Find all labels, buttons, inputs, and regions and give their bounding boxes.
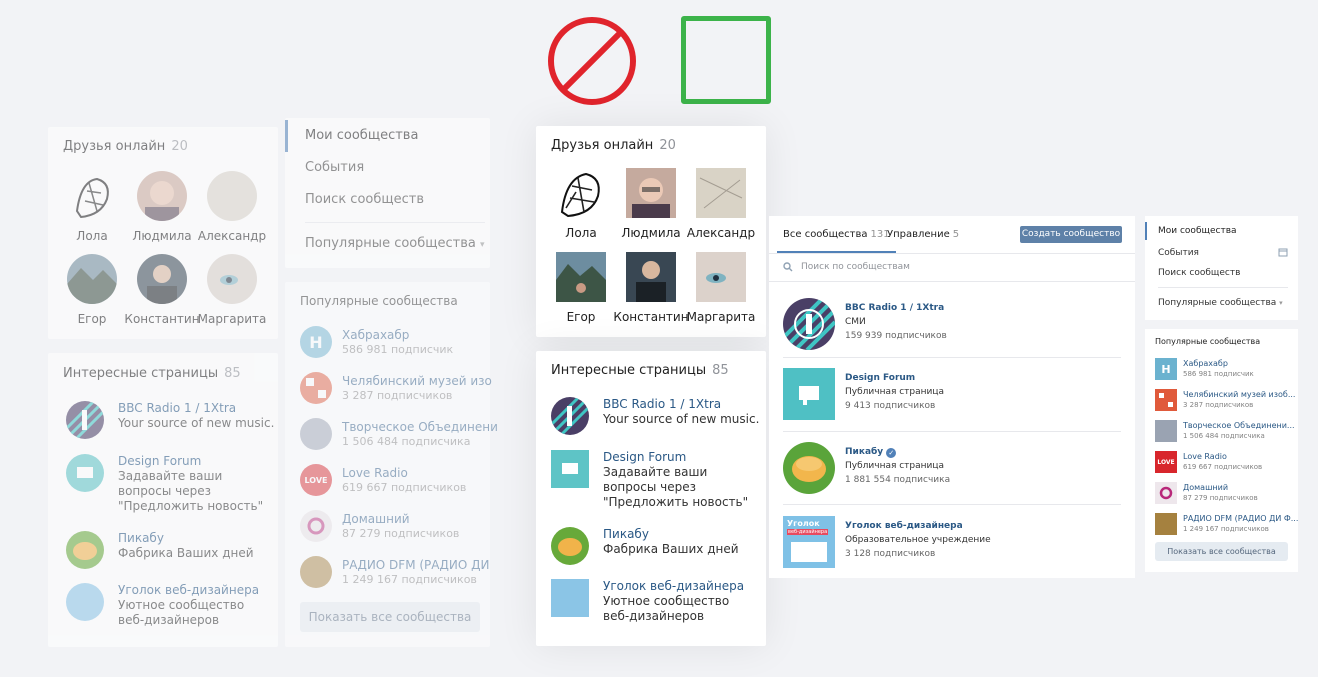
divider — [305, 222, 485, 223]
avatar[interactable] — [207, 254, 257, 304]
friend-name[interactable]: Константин — [122, 312, 202, 326]
list-item[interactable]: Творческое Объединени 1 506 484 подписчик… — [300, 418, 498, 450]
friend-name[interactable]: Людмила — [611, 226, 691, 240]
menu-search[interactable]: Поиск сообществ — [1158, 268, 1240, 278]
divider — [783, 431, 1121, 432]
active-indicator — [1145, 222, 1147, 240]
interesting-item[interactable]: Пикабу Фабрика Ваших дней — [551, 527, 761, 565]
tabs: Все сообщества 131 Управление 5 Создать со… — [769, 216, 1135, 254]
avatar[interactable] — [137, 254, 187, 304]
divider — [783, 504, 1121, 505]
avatar[interactable] — [696, 252, 746, 302]
interesting-item[interactable]: Design Forum Задавайте ваши вопросы через… — [551, 450, 761, 510]
tab-manage[interactable]: Управление 5 — [887, 229, 959, 240]
list-item[interactable]: РАДИО DFM (РАДИО ДИ Ф... 1 249 167 подпис… — [1155, 513, 1298, 535]
allowed-box-icon — [681, 16, 771, 104]
search-bar[interactable]: Поиск по сообществам — [769, 254, 1135, 282]
divider — [783, 357, 1121, 358]
list-item[interactable]: Челябинский музей изоб... 3 287 подписчик… — [1155, 389, 1295, 411]
avatar[interactable] — [207, 171, 257, 221]
friend-name[interactable]: Маргарита — [681, 310, 761, 324]
chevron-down-icon: ▾ — [1279, 299, 1283, 307]
sidebar-widgets-new: Друзья онлайн 20 Лола Людмила Александр Е… — [536, 126, 766, 646]
interesting-card-old: Интересные страницы 85 BBC Radio 1 / 1Xtr… — [48, 353, 278, 647]
menu-popular[interactable]: Популярные сообщества ▾ — [285, 228, 485, 260]
community-row[interactable]: Уголок веб-дизайнера Уголок веб-дизайнер… — [783, 516, 991, 568]
list-item[interactable]: LOVE Love Radio 619 667 подписчиков — [300, 464, 498, 496]
chevron-down-icon: ▾ — [480, 240, 485, 250]
menu-my-communities[interactable]: Мои сообщества — [285, 120, 418, 152]
friend-name[interactable]: Лола — [52, 229, 132, 243]
list-item[interactable]: Домашний 87 279 подписчиков — [1155, 482, 1258, 504]
forbidden-icon — [546, 16, 638, 106]
interesting-item[interactable]: Design Forum Задавайте ваши вопросы через… — [66, 454, 276, 514]
community-row[interactable]: Пикабу ✓ Публичная страница 1 881 554 под… — [783, 442, 950, 494]
friends-title: Друзья онлайн 20 — [63, 139, 188, 154]
popular-title: Популярные сообщества — [1155, 337, 1261, 346]
avatar[interactable] — [626, 168, 676, 218]
avatar[interactable] — [556, 252, 606, 302]
interesting-item[interactable]: BBC Radio 1 / 1Xtra Your source of new mu… — [551, 397, 761, 435]
interesting-title: Интересные страницы 85 — [63, 366, 241, 381]
verified-icon: ✓ — [886, 448, 897, 458]
interesting-item[interactable]: BBC Radio 1 / 1Xtra Your source of new mu… — [66, 401, 276, 439]
menu-card: Мои сообщества События Поиск сообществ П… — [1145, 216, 1298, 320]
menu-search[interactable]: Поиск сообществ — [285, 184, 424, 216]
popular-title: Популярные сообщества — [300, 294, 458, 308]
friend-name[interactable]: Егор — [541, 310, 621, 324]
list-item[interactable]: Домашний 87 279 подписчиков — [300, 510, 498, 542]
list-item[interactable]: H Хабрахабр 586 981 подписчик — [1155, 358, 1254, 380]
search-icon — [783, 262, 793, 272]
show-all-button[interactable]: Показать все сообщества — [1155, 542, 1288, 561]
avatar[interactable] — [696, 168, 746, 218]
popular-list: H Хабрахабр 586 981 подписчик Челябинский … — [300, 326, 498, 596]
community-row[interactable]: Design Forum Публичная страница 9 413 подп… — [783, 368, 944, 420]
create-community-button[interactable]: Создать сообщество — [1020, 226, 1122, 243]
list-item[interactable]: Челябинский музей изо 3 287 подписчиков — [300, 372, 498, 404]
interesting-item[interactable]: Уголок веб-дизайнера Уютное сообщество ве… — [551, 579, 761, 624]
friend-name[interactable]: Александр — [192, 229, 272, 243]
avatar[interactable] — [137, 171, 187, 221]
interesting-item[interactable]: Уголок веб-дизайнера Уютное сообщество ве… — [66, 583, 276, 628]
friend-name[interactable]: Константин — [611, 310, 691, 324]
friends-title: Друзья онлайн 20 — [551, 138, 676, 153]
friend-name[interactable]: Людмила — [122, 229, 202, 243]
menu-card-old: Мои сообщества События Поиск сообществ П… — [285, 118, 490, 268]
list-item[interactable]: H Хабрахабр 586 981 подписчик — [300, 326, 498, 358]
friends-card: Друзья онлайн 20 Лола Людмила Александр Е… — [536, 126, 766, 337]
avatar[interactable] — [626, 252, 676, 302]
list-item[interactable]: Творческое Объединени... 1 506 484 подпис… — [1155, 420, 1295, 442]
menu-events[interactable]: События — [1158, 248, 1199, 258]
community-row[interactable]: BBC Radio 1 / 1Xtra СМИ 159 939 подписчико… — [783, 298, 947, 350]
interesting-item[interactable]: Пикабу Фабрика Ваших дней — [66, 531, 276, 569]
avatar[interactable] — [67, 171, 117, 221]
friend-name[interactable]: Егор — [52, 312, 132, 326]
show-all-button[interactable]: Показать все сообщества — [300, 602, 480, 632]
divider — [1158, 287, 1288, 288]
search-input[interactable]: Поиск по сообществам — [801, 262, 910, 272]
interesting-card: Интересные страницы 85 BBC Radio 1 / 1Xtr… — [536, 351, 766, 646]
menu-my-communities[interactable]: Мои сообщества — [1158, 226, 1237, 236]
friend-name[interactable]: Маргарита — [192, 312, 272, 326]
menu-events[interactable]: События — [285, 152, 364, 184]
popular-card-old: Популярные сообщества H Хабрахабр 586 981 … — [285, 282, 498, 647]
friend-name[interactable]: Александр — [681, 226, 761, 240]
list-item[interactable]: РАДИО DFM (РАДИО ДИ 1 249 167 подписчиков — [300, 556, 498, 588]
communities-page: Все сообщества 131 Управление 5 Создать со… — [769, 216, 1135, 578]
list-item[interactable]: LOVE Love Radio 619 667 подписчиков — [1155, 451, 1262, 473]
menu-popular[interactable]: Популярные сообщества ▾ — [1158, 298, 1283, 308]
tab-all-communities[interactable]: Все сообщества 131 — [777, 229, 896, 253]
friend-name[interactable]: Лола — [541, 226, 621, 240]
avatar[interactable] — [556, 168, 606, 218]
avatar[interactable] — [67, 254, 117, 304]
popular-card: Популярные сообщества H Хабрахабр 586 981 … — [1145, 329, 1298, 572]
interesting-title: Интересные страницы 85 — [551, 363, 729, 378]
friends-card-old: Друзья онлайн 20 Лола Людмила Александр Е… — [48, 127, 278, 339]
calendar-icon[interactable] — [1278, 247, 1288, 257]
